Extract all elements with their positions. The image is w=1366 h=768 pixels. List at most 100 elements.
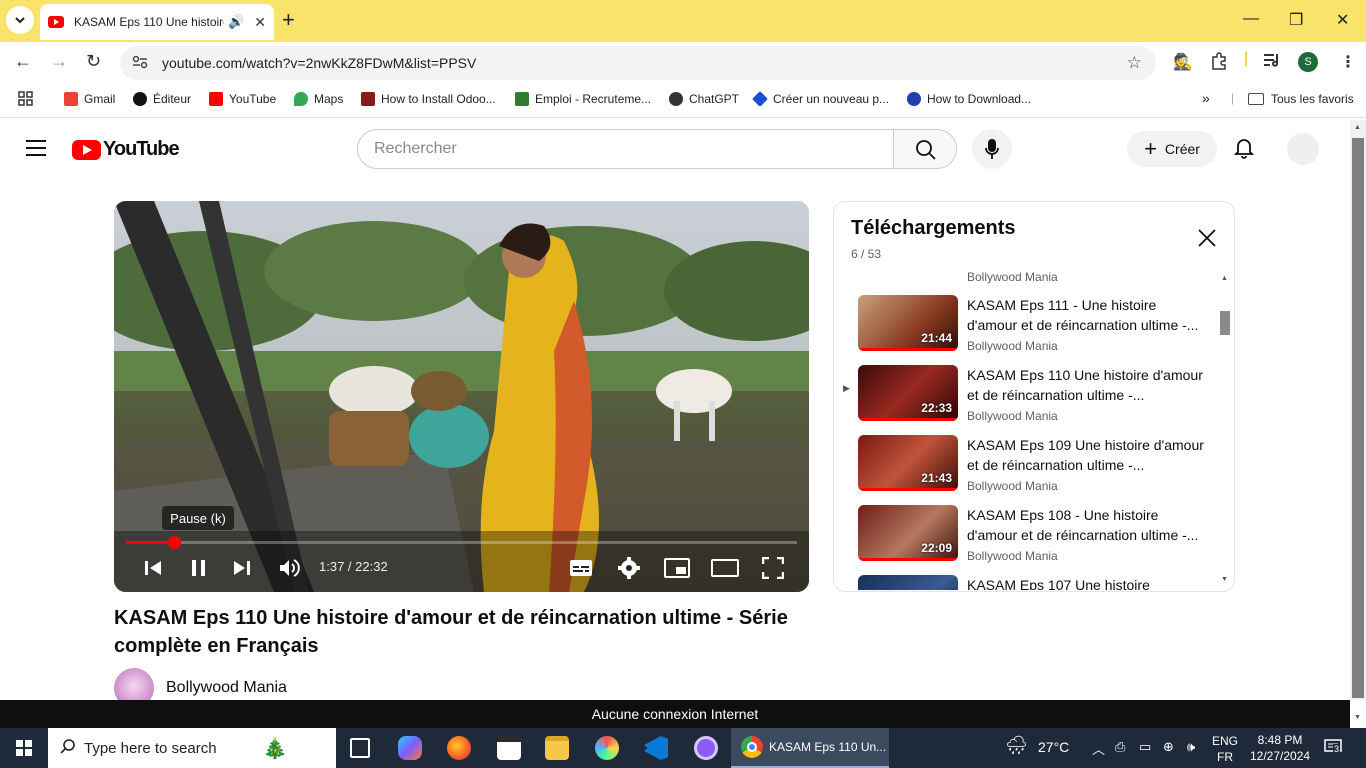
bookmark-star-icon[interactable]: ☆ <box>1127 53 1142 73</box>
file-explorer-icon[interactable] <box>545 736 569 760</box>
previous-icon[interactable] <box>144 559 162 582</box>
duration: 21:44 <box>921 331 952 345</box>
scroll-up-icon[interactable]: ▲ <box>1221 275 1228 282</box>
bookmark-download[interactable]: How to Download... <box>907 92 1031 106</box>
miniplayer-icon[interactable] <box>664 558 690 583</box>
webcam-icon[interactable]: ⎙ <box>1115 739 1125 755</box>
window-close-icon[interactable]: ✕ <box>1336 10 1349 30</box>
calendar-app-icon[interactable] <box>497 736 521 760</box>
pause-tooltip: Pause (k) <box>162 506 234 530</box>
bookmark-maps[interactable]: Maps <box>294 92 343 106</box>
apps-grid-icon[interactable] <box>18 91 33 106</box>
list-item-current[interactable]: ▶ 22:33 KASAM Eps 110 Une histoire d'amo… <box>834 365 1220 427</box>
voice-search-button[interactable] <box>972 129 1012 169</box>
list-item[interactable]: 21:44 KASAM Eps 111 - Une histoire d'amo… <box>834 295 1220 357</box>
tab-title: KASAM Eps 110 Une histoire d'amour <box>74 15 224 29</box>
site-settings-icon[interactable] <box>132 55 148 72</box>
close-icon[interactable] <box>1197 228 1217 253</box>
bookmark-youtube[interactable]: YouTube <box>209 92 276 106</box>
obs-record-icon[interactable] <box>694 736 718 760</box>
incognito-extension-icon[interactable]: 🕵 <box>1173 52 1193 72</box>
browser-tab-active[interactable]: KASAM Eps 110 Une histoire d'amour 🔊 ✕ <box>40 4 274 40</box>
list-item[interactable]: 22:09 KASAM Eps 108 - Une histoire d'amo… <box>834 505 1220 567</box>
item-title: KASAM Eps 109 Une histoire d'amour et de… <box>967 437 1204 473</box>
speaker-icon[interactable]: 🔊 <box>228 14 244 30</box>
all-bookmarks[interactable]: Tous les favoris <box>1248 92 1354 106</box>
hamburger-menu-icon[interactable] <box>26 140 46 156</box>
copilot-icon[interactable] <box>398 736 422 760</box>
back-arrow-icon[interactable]: ← <box>14 51 32 72</box>
system-clock[interactable]: 8:48 PM 12/27/2024 <box>1250 732 1310 764</box>
list-item[interactable]: KASAM Eps 107 Une histoire <box>834 575 1220 590</box>
battery-icon[interactable]: ▭ <box>1139 739 1151 755</box>
minimize-icon[interactable]: — <box>1243 10 1259 28</box>
channel-name[interactable]: Bollywood Mania <box>166 679 287 697</box>
list-item[interactable]: 21:43 KASAM Eps 109 Une histoire d'amour… <box>834 435 1220 497</box>
bookmark-emploi[interactable]: Emploi - Recruteme... <box>515 92 651 106</box>
settings-gear-icon[interactable] <box>618 557 640 584</box>
playlist-position: 6 / 53 <box>851 247 882 261</box>
bookmarks-divider: | <box>1231 91 1235 105</box>
restore-icon[interactable]: ❐ <box>1289 10 1303 30</box>
item-title: KASAM Eps 111 - Une histoire d'amour et … <box>967 297 1199 333</box>
scroll-down-icon[interactable]: ▼ <box>1221 576 1228 583</box>
create-button[interactable]: + Créer <box>1127 131 1217 167</box>
address-bar[interactable]: youtube.com/watch?v=2nwKkZ8FDwM&list=PPS… <box>120 46 1156 80</box>
item-title: KASAM Eps 107 Une histoire <box>967 577 1150 590</box>
pause-icon[interactable] <box>190 559 208 582</box>
page-scroll-down-icon[interactable]: ▼ <box>1354 714 1361 721</box>
page-scroll-up-icon[interactable]: ▲ <box>1354 124 1361 131</box>
bookmark-editeur[interactable]: Éditeur <box>133 92 191 106</box>
windows-start-icon[interactable] <box>16 740 32 756</box>
network-globe-icon[interactable]: ⊕ <box>1163 739 1174 755</box>
weather-temp[interactable]: 27°C <box>1038 739 1069 755</box>
progress-bar[interactable] <box>126 536 797 549</box>
panel-scrollbar[interactable]: ▲ ▼ <box>1218 270 1232 590</box>
playlist-list: Bollywood Mania 21:44 KASAM Eps 111 - Un… <box>834 270 1220 590</box>
list-item-partial[interactable]: Bollywood Mania <box>834 270 1220 284</box>
tab-close-icon[interactable]: ✕ <box>254 14 266 31</box>
tab-search-chevron-icon[interactable] <box>6 6 34 34</box>
volume-icon[interactable] <box>279 558 301 583</box>
bookmark-gmail[interactable]: Gmail <box>64 92 115 106</box>
page-scrollbar-thumb[interactable] <box>1352 138 1364 698</box>
bookmark-odoo[interactable]: How to Install Odoo... <box>361 92 496 106</box>
paint-app-icon[interactable] <box>595 736 619 760</box>
language-indicator[interactable]: ENG FR <box>1212 733 1238 765</box>
youtube-logo[interactable]: YouTube <box>72 138 180 161</box>
notifications-bell-icon[interactable] <box>1233 137 1255 164</box>
media-controls-icon[interactable] <box>1263 52 1281 73</box>
search-button[interactable] <box>893 129 957 169</box>
profile-avatar[interactable]: S <box>1298 52 1318 72</box>
forward-arrow-icon[interactable]: → <box>50 51 68 72</box>
panel-title: Téléchargements <box>851 217 1016 239</box>
extensions-puzzle-icon[interactable] <box>1210 52 1228 75</box>
notification-center-icon[interactable]: 3 <box>1324 739 1342 758</box>
vscode-icon[interactable] <box>644 736 668 760</box>
speaker-tray-icon[interactable]: 🕪 <box>1187 739 1195 755</box>
bookmarks-overflow-icon[interactable]: » <box>1202 90 1210 106</box>
duration: 22:33 <box>921 401 952 415</box>
video-player[interactable] <box>114 201 809 592</box>
page-scrollbar[interactable]: ▲ ▼ <box>1350 120 1366 721</box>
account-avatar[interactable] <box>1287 133 1319 165</box>
theater-mode-icon[interactable] <box>711 559 739 582</box>
kebab-menu-icon[interactable]: ⋮ <box>1340 52 1356 72</box>
url-text[interactable]: youtube.com/watch?v=2nwKkZ8FDwM&list=PPS… <box>162 55 476 71</box>
search-placeholder: Rechercher <box>374 140 457 157</box>
fullscreen-icon[interactable] <box>761 556 785 584</box>
firefox-icon[interactable] <box>447 736 471 760</box>
scrollbar-thumb[interactable] <box>1220 311 1230 335</box>
weather-cloud-icon[interactable]: 🌧 <box>1005 735 1028 756</box>
taskbar-chrome-window[interactable]: KASAM Eps 110 Un... <box>731 728 889 768</box>
bookmark-chatgpt[interactable]: ChatGPT <box>669 92 739 106</box>
new-tab-plus-icon[interactable]: + <box>282 9 295 31</box>
search-input[interactable]: Rechercher <box>357 129 894 169</box>
taskbar-search-input[interactable]: Type here to search 🎄 <box>48 728 336 768</box>
bookmark-creer[interactable]: Créer un nouveau p... <box>752 91 889 107</box>
task-view-icon[interactable] <box>350 738 370 758</box>
tray-chevron-icon[interactable]: ︿ <box>1092 739 1105 758</box>
next-icon[interactable] <box>233 559 251 582</box>
reload-icon[interactable]: ↻ <box>86 51 101 72</box>
subtitles-icon[interactable] <box>569 559 593 582</box>
